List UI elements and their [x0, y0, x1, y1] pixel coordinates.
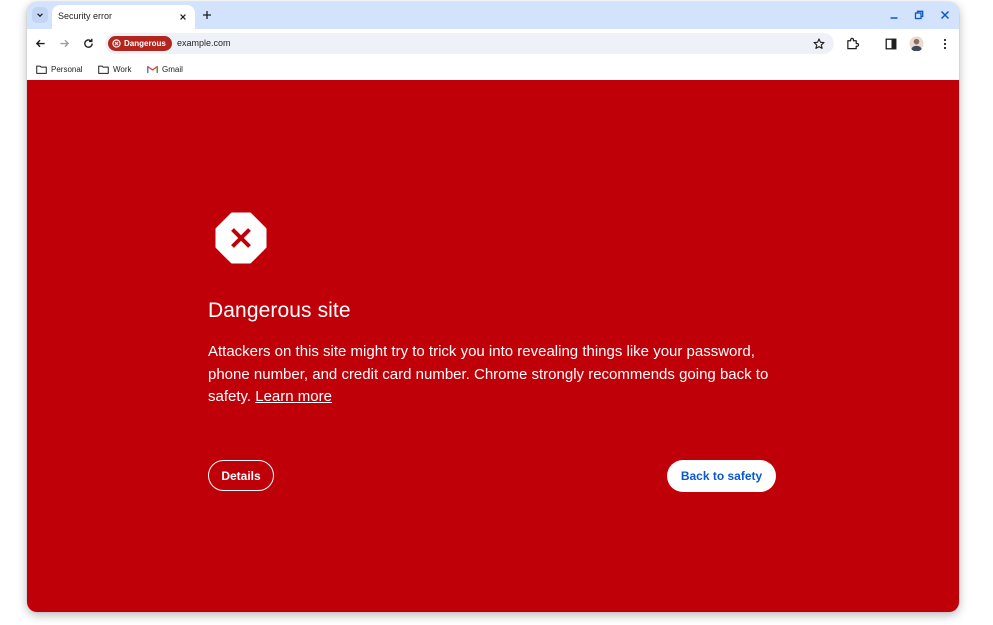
bookmark-label: Gmail: [162, 64, 183, 74]
close-window-button[interactable]: [936, 7, 954, 23]
browser-window: Security error Dangerous example.com Per…: [27, 2, 959, 612]
security-chip[interactable]: Dangerous: [108, 36, 172, 51]
minimize-icon: [890, 17, 898, 19]
star-icon: [812, 37, 825, 49]
gmail-icon: [147, 65, 158, 73]
security-interstitial: Dangerous site Attackers on this site mi…: [27, 80, 959, 612]
danger-octagon-icon: [215, 212, 267, 264]
url-text[interactable]: example.com: [177, 38, 231, 48]
toolbar: Dangerous example.com: [27, 29, 959, 58]
close-icon: [180, 14, 186, 20]
avatar-icon: [909, 36, 924, 51]
extensions-button[interactable]: [844, 35, 861, 52]
side-panel-button[interactable]: [882, 35, 899, 52]
minimize-button[interactable]: [885, 7, 903, 23]
danger-circle-icon: [112, 39, 121, 48]
security-chip-label: Dangerous: [124, 39, 166, 48]
profile-avatar[interactable]: [908, 35, 925, 52]
folder-icon: [36, 65, 47, 74]
new-tab-button[interactable]: [199, 7, 215, 23]
bookmark-gmail[interactable]: Gmail: [147, 63, 183, 75]
details-button[interactable]: Details: [208, 460, 274, 491]
bookmarks-bar: Personal Work Gmail: [27, 58, 959, 80]
arrow-right-icon: [60, 39, 70, 48]
plus-icon: [203, 11, 211, 19]
bookmark-label: Personal: [51, 64, 83, 74]
back-button[interactable]: [32, 35, 49, 52]
learn-more-link[interactable]: Learn more: [255, 388, 332, 405]
tab-search-button[interactable]: [32, 7, 48, 23]
page-title: Dangerous site: [208, 299, 351, 322]
address-bar[interactable]: Dangerous example.com: [105, 33, 834, 54]
tab-close-button[interactable]: [175, 9, 191, 25]
tab-active[interactable]: Security error: [52, 5, 195, 29]
close-icon: [940, 10, 950, 20]
folder-icon: [98, 65, 109, 74]
bookmark-star-button[interactable]: [811, 36, 826, 51]
more-vertical-icon: [943, 38, 946, 49]
back-to-safety-button[interactable]: Back to safety: [667, 460, 776, 492]
warning-text: Attackers on this site might try to tric…: [208, 341, 788, 409]
chevron-down-icon: [37, 13, 43, 18]
restore-button[interactable]: [910, 7, 928, 23]
bookmark-label: Work: [113, 64, 132, 74]
arrow-left-icon: [35, 39, 45, 48]
forward-button[interactable]: [56, 35, 73, 52]
bookmark-personal[interactable]: Personal: [36, 63, 83, 75]
restore-icon: [914, 10, 924, 20]
reload-icon: [84, 38, 93, 48]
reload-button[interactable]: [80, 35, 97, 52]
tab-title: Security error: [58, 11, 113, 21]
bookmark-work[interactable]: Work: [98, 63, 132, 75]
puzzle-icon: [847, 37, 859, 50]
tab-strip: Security error: [27, 2, 959, 29]
side-panel-icon: [885, 38, 896, 49]
menu-button[interactable]: [936, 35, 953, 52]
